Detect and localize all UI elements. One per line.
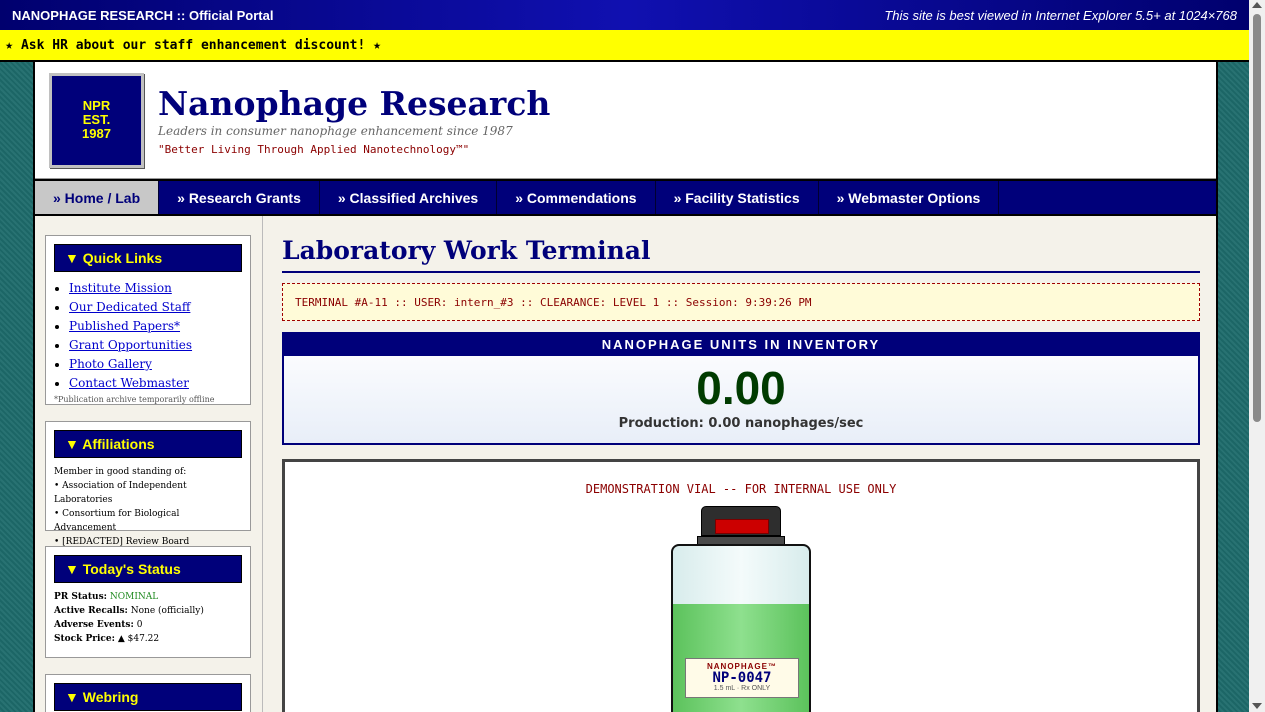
logo-line-1: NPR (82, 98, 111, 113)
nav-facility-statistics[interactable]: » Facility Statistics (656, 181, 819, 214)
archive-note: *Publication archive temporarily offline (54, 395, 215, 404)
nav-home-lab[interactable]: » Home / Lab (35, 181, 160, 214)
status-row: PR Status: NOMINAL (54, 590, 242, 604)
nav-classified-archives[interactable]: » Classified Archives (320, 181, 498, 214)
top-banner: NANOPHAGE RESEARCH :: Official Portal Th… (0, 0, 1249, 30)
sidebar: ▼ Quick Links Institute Mission Our Dedi… (35, 216, 263, 712)
status-row: Active Recalls: None (officially) (54, 604, 242, 618)
browser-notice: This site is best viewed in Internet Exp… (884, 7, 1237, 23)
vial-cap-icon (701, 506, 781, 536)
quick-links-box: ▼ Quick Links Institute Mission Our Dedi… (45, 235, 251, 405)
scroll-up-arrow-icon[interactable] (1252, 2, 1262, 8)
vial-caption: DEMONSTRATION VIAL -- FOR INTERNAL USE O… (585, 482, 897, 496)
affiliation-item: • Consortium for Biological Advancement (54, 509, 180, 533)
portal-brand: NANOPHAGE RESEARCH :: Official Portal (12, 7, 274, 23)
marquee-ticker: ION ★ Ask HR about our staff enhancement… (0, 30, 1249, 62)
list-item: Published Papers* (69, 317, 242, 336)
pr-status-label: PR Status: (54, 592, 107, 602)
link-dedicated-staff[interactable]: Our Dedicated Staff (69, 300, 190, 314)
link-institute-mission[interactable]: Institute Mission (69, 281, 172, 295)
vial-label-code: NP-0047 (712, 670, 772, 686)
affiliations-list: Member in good standing of: • Associatio… (54, 465, 242, 549)
site-header: NPR EST. 1987 Nanophage Research Leaders… (35, 62, 1216, 179)
status-list: PR Status: NOMINAL Active Recalls: None … (54, 590, 242, 646)
vial-bottle: NANOPHAGE™ NP-0047 1.5 mL · Rx ONLY (671, 544, 811, 712)
page-scrollbar[interactable] (1249, 0, 1265, 712)
inventory-panel: NANOPHAGE UNITS IN INVENTORY 0.00 Produc… (282, 332, 1200, 445)
stock-price-label: Stock Price: (54, 634, 115, 644)
list-item: Our Dedicated Staff (69, 298, 242, 317)
status-row: Adverse Events: 0 (54, 618, 242, 632)
main-nav: » Home / Lab » Research Grants » Classif… (35, 179, 1216, 216)
marquee-text: ION ★ Ask HR about our staff enhancement… (0, 37, 381, 53)
logo-line-3: 1987 (82, 126, 111, 141)
stock-price-value: ▲ $47.22 (117, 634, 160, 644)
site-motto: "Better Living Through Applied Nanotechn… (158, 142, 470, 156)
inventory-count: 0.00 (696, 362, 786, 414)
pr-status-value: NOMINAL (109, 592, 159, 602)
vial-panel: DEMONSTRATION VIAL -- FOR INTERNAL USE O… (282, 459, 1200, 712)
production-rate: Production: 0.00 nanophages/sec (618, 416, 864, 431)
nav-research-grants[interactable]: » Research Grants (159, 181, 320, 214)
affiliations-box: ▼ Affiliations Member in good standing o… (45, 421, 251, 547)
site-title: Nanophage Research (158, 83, 551, 123)
link-grant-opportunities[interactable]: Grant Opportunities (69, 338, 192, 352)
main-content: Laboratory Work Terminal TERMINAL #A-11 … (282, 216, 1200, 712)
terminal-session-bar: TERMINAL #A-11 :: USER: intern_#3 :: CLE… (282, 283, 1200, 321)
nav-commendations[interactable]: » Commendations (497, 181, 656, 214)
link-contact-webmaster[interactable]: Contact Webmaster (69, 376, 189, 390)
recalls-value: None (officially) (130, 606, 204, 616)
npr-logo[interactable]: NPR EST. 1987 (49, 72, 144, 168)
vial-cap-seal (715, 519, 769, 534)
webring-title[interactable]: ▼ Webring (54, 683, 242, 711)
nav-webmaster-options[interactable]: » Webmaster Options (819, 181, 1000, 214)
page-container: NPR EST. 1987 Nanophage Research Leaders… (33, 62, 1218, 712)
affiliations-intro: Member in good standing of: (54, 467, 187, 477)
logo-line-2: EST. (82, 112, 111, 127)
todays-status-box: ▼ Today's Status PR Status: NOMINAL Acti… (45, 546, 251, 658)
scrollbar-thumb[interactable] (1253, 14, 1261, 422)
demonstration-vial[interactable]: NANOPHAGE™ NP-0047 1.5 mL · Rx ONLY (671, 506, 811, 712)
list-item: Contact Webmaster (69, 374, 242, 393)
scroll-down-arrow-icon[interactable] (1252, 703, 1262, 709)
page-title: Laboratory Work Terminal (282, 216, 1200, 273)
site-tagline: Leaders in consumer nanophage enhancemen… (158, 123, 513, 138)
inventory-heading: NANOPHAGE UNITS IN INVENTORY (284, 334, 1198, 356)
status-row: Stock Price: ▲ $47.22 (54, 632, 242, 646)
affiliations-title[interactable]: ▼ Affiliations (54, 430, 242, 458)
webring-box: ▼ Webring (45, 674, 251, 712)
vial-label: NANOPHAGE™ NP-0047 1.5 mL · Rx ONLY (685, 658, 799, 698)
adverse-events-value: 0 (136, 620, 143, 630)
list-item: Institute Mission (69, 279, 242, 298)
recalls-label: Active Recalls: (54, 606, 128, 616)
todays-status-title[interactable]: ▼ Today's Status (54, 555, 242, 583)
terminal-info: TERMINAL #A-11 :: USER: intern_#3 :: CLE… (295, 295, 812, 309)
quick-links-title[interactable]: ▼ Quick Links (54, 244, 242, 272)
affiliation-item: • Association of Independent Laboratorie… (54, 481, 187, 505)
list-item: Photo Gallery (69, 355, 242, 374)
vial-label-detail: 1.5 mL · Rx ONLY (713, 685, 771, 692)
link-published-papers[interactable]: Published Papers* (69, 319, 180, 333)
list-item: Grant Opportunities (69, 336, 242, 355)
adverse-events-label: Adverse Events: (54, 620, 134, 630)
link-photo-gallery[interactable]: Photo Gallery (69, 357, 152, 371)
